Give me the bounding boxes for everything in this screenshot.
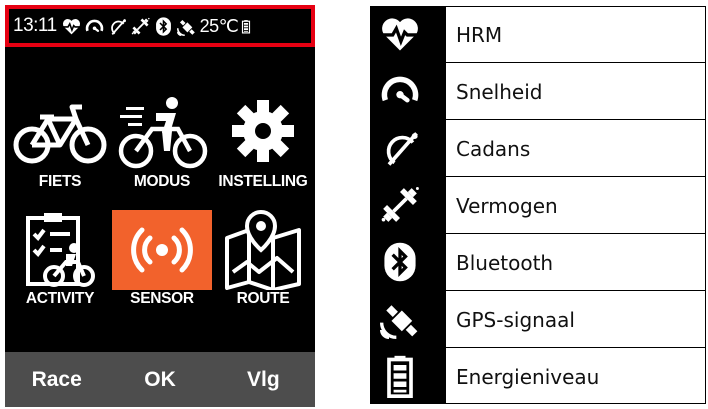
next-softkey[interactable]: Vlg bbox=[212, 368, 315, 392]
legend-label: GPS-signaal bbox=[456, 308, 575, 332]
sensor-broadcast-icon bbox=[112, 210, 212, 290]
gear-icon bbox=[213, 93, 313, 173]
legend-row-bluetooth: Bluetooth bbox=[370, 234, 706, 291]
menu-tile-label: ROUTE bbox=[236, 290, 290, 307]
legend-row-cadence: Cadans bbox=[370, 120, 706, 177]
clock-time: 13:11 bbox=[13, 15, 57, 36]
bluetooth-icon bbox=[378, 240, 422, 284]
menu-tile-fiets[interactable]: FIETS bbox=[10, 93, 110, 198]
gps-satellite-icon bbox=[378, 297, 422, 341]
cadence-icon bbox=[378, 126, 422, 170]
menu-tile-instelling[interactable]: INSTELLING bbox=[213, 93, 313, 198]
heart-rate-icon bbox=[61, 16, 82, 37]
device-screen: 13:11 25℃ FIETS MODUS INSTELLING ACTIVIT… bbox=[5, 5, 315, 407]
power-icon bbox=[378, 183, 422, 227]
bicycle-icon bbox=[10, 93, 110, 173]
route-map-icon bbox=[213, 209, 313, 292]
legend-row-hrm: HRM bbox=[370, 6, 706, 63]
speed-icon bbox=[378, 69, 422, 113]
legend-label: HRM bbox=[456, 23, 503, 47]
menu-tile-activity[interactable]: ACTIVITY bbox=[10, 210, 110, 315]
battery-icon bbox=[239, 16, 253, 37]
legend-row-gps: GPS-signaal bbox=[370, 291, 706, 348]
legend-label: Energieniveau bbox=[456, 365, 600, 389]
activity-clipboard-icon bbox=[10, 210, 110, 290]
gps-satellite-icon bbox=[176, 16, 197, 37]
legend-row-speed: Snelheid bbox=[370, 63, 706, 120]
softkey-bar: Race OK Vlg bbox=[5, 352, 315, 407]
speed-icon bbox=[84, 16, 105, 37]
bluetooth-icon bbox=[153, 16, 174, 37]
legend-label: Bluetooth bbox=[456, 251, 554, 275]
menu-tile-sensor[interactable]: SENSOR bbox=[112, 210, 212, 315]
temperature-readout: 25℃ bbox=[199, 15, 239, 36]
legend-row-battery: Energieniveau bbox=[370, 348, 706, 405]
power-icon bbox=[130, 16, 151, 37]
legend-label: Cadans bbox=[456, 137, 531, 161]
menu-tile-route[interactable]: ROUTE bbox=[213, 209, 313, 315]
legend-label: Snelheid bbox=[456, 80, 543, 104]
cyclist-mode-icon bbox=[112, 93, 212, 173]
legend-label: Vermogen bbox=[456, 194, 558, 218]
cadence-icon bbox=[107, 16, 128, 37]
legend-row-power: Vermogen bbox=[370, 177, 706, 234]
race-softkey[interactable]: Race bbox=[5, 368, 108, 392]
ok-softkey[interactable]: OK bbox=[108, 368, 211, 392]
icon-legend-table: HRM Snelheid Cadans Vermogen Bluetooth G… bbox=[370, 6, 706, 404]
heart-rate-icon bbox=[378, 12, 422, 56]
status-bar: 13:11 25℃ bbox=[5, 5, 315, 47]
menu-tile-modus[interactable]: MODUS bbox=[112, 93, 212, 198]
menu-tile-label: INSTELLING bbox=[218, 173, 308, 190]
battery-icon bbox=[378, 354, 422, 398]
